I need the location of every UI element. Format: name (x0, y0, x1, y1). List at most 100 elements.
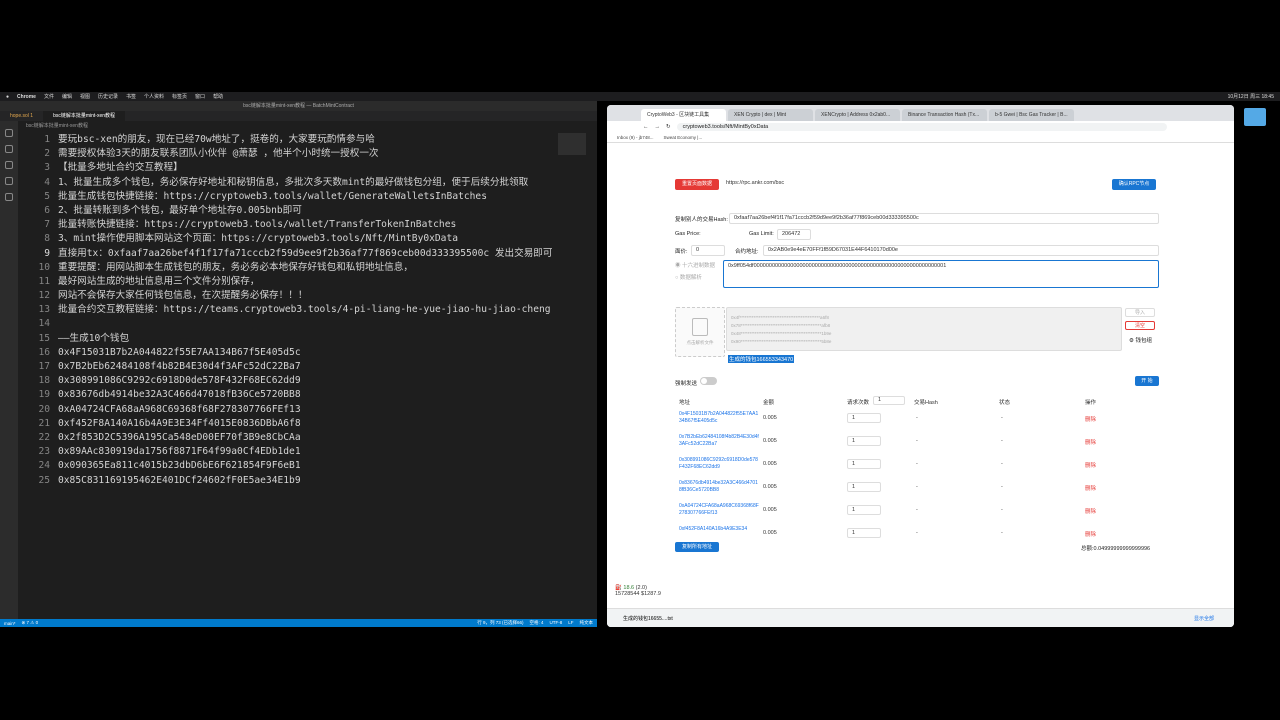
show-all-downloads[interactable]: 显示全部 (1194, 615, 1214, 622)
row-count-input[interactable]: 1 (847, 436, 881, 446)
reset-page-button[interactable]: 重置页面数据 (675, 179, 719, 190)
row-delete-button[interactable]: 删除 (1085, 461, 1096, 469)
bookmark-inbox[interactable]: Inbox (9) - jb748... (617, 135, 654, 140)
menu-file[interactable]: 文件 (44, 93, 54, 100)
back-icon[interactable]: ← (643, 124, 649, 130)
cursor-position[interactable]: 行 9，列 73 (已选择66) (477, 620, 523, 626)
radio-hex[interactable]: ◉ 十六进制数据 (675, 261, 715, 269)
encoding[interactable]: UTF-8 (549, 620, 562, 626)
code-line[interactable]: 17 0x7B2bEb62484108f4b82B4E30d4f3AFc52dC2… (26, 360, 552, 374)
input-data-textarea[interactable]: 0x9ff054df000000000000000000000000000000… (723, 260, 1159, 288)
row-delete-button[interactable]: 删除 (1085, 438, 1096, 446)
line-text[interactable]: 1、批量生成多个钱包，务必保存好地址和秘钥信息，多批次多天数mint的最好做钱包… (58, 176, 528, 190)
row-delete-button[interactable]: 删除 (1085, 530, 1096, 538)
line-text[interactable]: 批量生成钱包快捷链接：https://cryptoweb3.tools/wall… (58, 190, 487, 204)
source-control-icon[interactable] (5, 161, 13, 169)
menubar-clock[interactable]: 10月12日 周三 18:45 (1228, 93, 1274, 100)
line-text[interactable]: 要玩bsc-xen的朋友，现在已经70w地址了，挺卷的，大家要玩酌情参与哈 (58, 133, 375, 147)
code-line[interactable]: 16 0x4F15031B7b2A044822f55E7AA134B67f5E40… (26, 346, 552, 360)
language-mode[interactable]: 纯文本 (580, 620, 594, 626)
code-line[interactable]: 25 0x85C831169195462E401DCf24602fF0E5ae34… (26, 474, 552, 488)
code-line[interactable]: 21 0xf452F8A140A16b4A9E3E34Ff4015E0836DBb… (26, 417, 552, 431)
code-line[interactable]: 24 0x090365Ea811c4015b23dbD6bE6F621854F9F… (26, 459, 552, 473)
minimap[interactable] (558, 133, 586, 155)
radio-parse[interactable]: ○ 数据解析 (675, 273, 702, 281)
code-line[interactable]: 20 0xA04724CFA68aA968C69368f68F278307766F… (26, 403, 552, 417)
download-item[interactable]: 生成的钱包16655....txt (623, 615, 673, 622)
copy-tx-input[interactable]: 0xfaaf7aa26bef4f1f17fa71cccb2f59d9ee9f2b… (729, 213, 1159, 224)
row-address-link[interactable]: 0x7B2bEb62484108f4b82B4E30d4f3AFc52dC22B… (679, 434, 759, 448)
line-text[interactable]: 批量合约交互教程链接：https://teams.cryptoweb3.tool… (58, 303, 551, 317)
code-line[interactable]: 2 需要授权体验3天的朋友联系团队小伙伴 @萧瑟 ，他半个小时统一授权一次 (26, 147, 552, 161)
folder-icon[interactable] (1244, 108, 1266, 126)
line-text[interactable]: 最好网站生成的地址信息用三个文件分别保存， (58, 275, 259, 289)
line-text[interactable]: 0xf452F8A140A16b4A9E3E34Ff4015E0836DBbA6… (58, 417, 301, 431)
line-text[interactable]: 0x89AAc830919da1756f8871F64f99a0Cf4EDb1d… (58, 445, 301, 459)
line-text[interactable]: 需要授权体验3天的朋友联系团队小伙伴 @萧瑟 ，他半个小时统一授权一次 (58, 147, 379, 161)
line-text[interactable]: 0x2f853D2C5396A195Ca548eD00EF70f3B9e8CbC… (58, 431, 301, 445)
row-address-link[interactable]: 0xf452F8A140A16b4A9E3E34 (679, 526, 759, 533)
confirm-rpc-button[interactable]: 确认RPC节点 (1112, 179, 1156, 190)
gas-price-input[interactable] (704, 229, 738, 240)
reload-icon[interactable]: ↻ (666, 124, 671, 130)
row-address-link[interactable]: 0xA04724CFA68aA968C69368f68F278307766FEf… (679, 503, 759, 517)
value-input[interactable]: 0 (691, 245, 725, 256)
menu-help[interactable]: 帮助 (213, 93, 223, 100)
bsc-gas-widget[interactable]: ⛽ 18.6 (2.0) 15728544 $1287.9 (615, 585, 661, 597)
code-line[interactable]: 12 网站不会保存大家任何钱包信息，在次提醒务必保存！！！ (26, 289, 552, 303)
browser-tab-xen[interactable]: XEN Crypto | dex | Mint (728, 109, 813, 121)
code-line[interactable]: 4 1、批量生成多个钱包，务必保存好地址和秘钥信息，多批次多天数mint的最好做钱… (26, 176, 552, 190)
line-text[interactable]: 直接用tx：0xfaaf7aa26bef4f1f17fa71cccb2f59d9… (58, 247, 552, 261)
eol[interactable]: LF (568, 620, 573, 626)
line-text[interactable]: ——生成10个钱包 (58, 332, 129, 346)
code-line[interactable]: 10 重要提醒：用网站脚本生成钱包的朋友，务必务必本地保存好钱包和私钥地址信息， (26, 261, 552, 275)
code-line[interactable]: 1 要玩bsc-xen的朋友，现在已经70w地址了，挺卷的，大家要玩酌情参与哈 (26, 133, 552, 147)
search-icon[interactable] (5, 145, 13, 153)
code-line[interactable]: 8 3、mint操作使用脚本网站这个页面：https://cryptoweb3.t… (26, 232, 552, 246)
contract-input[interactable]: 0x2AB0e9e4eE70FFf1fB9D67031E44F6410170d0… (763, 245, 1159, 256)
code-line[interactable]: 11 最好网站生成的地址信息用三个文件分别保存， (26, 275, 552, 289)
private-keys-textarea[interactable]: 0x4f************************************… (726, 307, 1122, 351)
url-field[interactable]: cryptoweb3.tools/Nft/MintBy0xData (676, 123, 1167, 131)
bookmark-sweat[interactable]: Sweat Economy |... (664, 135, 703, 140)
code-line[interactable]: 22 0x2f853D2C5396A195Ca548eD00EF70f3B9e8C… (26, 431, 552, 445)
menu-chrome[interactable]: Chrome (17, 94, 36, 100)
browser-tab-address[interactable]: XENCrypto | Address 0x2ab0... (815, 109, 900, 121)
line-text[interactable]: 2、批量转账到多个钱包，最好单个地址存0.005bnb即可 (58, 204, 302, 218)
line-text[interactable]: 0x4F15031B7b2A044822f55E7AA134B67f5E405d… (58, 346, 301, 360)
browser-tab-cryptoweb3[interactable]: CryptoWeb3 - 区块链工具集 (641, 109, 726, 121)
count-default-input[interactable]: 1 (873, 396, 905, 405)
row-address-link[interactable]: 0x4F15031B7b2A044822f55E7AA134B67f5E405d… (679, 411, 759, 425)
code-line[interactable]: 14 (26, 317, 552, 331)
code-line[interactable]: 19 0x83676db4914be32A3C466d47018fB36Ce572… (26, 388, 552, 402)
code-line[interactable]: 5 批量生成钱包快捷链接：https://cryptoweb3.tools/wal… (26, 190, 552, 204)
menu-view[interactable]: 视图 (80, 93, 90, 100)
debug-icon[interactable] (5, 177, 13, 185)
git-branch[interactable]: main* (4, 621, 16, 626)
line-text[interactable]: 0x83676db4914be32A3C466d47018fB36Ce5720B… (58, 388, 301, 402)
line-text[interactable]: 0x85C831169195462E401DCf24602fF0E5ae34E1… (58, 474, 301, 488)
browser-tab-gas[interactable]: b-5 Gwei | Bsc Gas Tracker | B... (989, 109, 1074, 121)
menu-tabs[interactable]: 标签页 (172, 93, 187, 100)
forward-icon[interactable]: → (655, 124, 661, 130)
code-line[interactable]: 3 【批量多地址合约交互教程】 (26, 161, 552, 175)
code-line[interactable]: 15 ——生成10个钱包 (26, 332, 552, 346)
menu-profile[interactable]: 个人资料 (144, 93, 164, 100)
line-text[interactable]: 3、mint操作使用脚本网站这个页面：https://cryptoweb3.to… (58, 232, 458, 246)
line-text[interactable]: 0x308991086C9292c6918D0de578F432F68EC62d… (58, 374, 301, 388)
import-button[interactable]: 导入 (1125, 308, 1155, 317)
rpc-input[interactable]: https://rpc.ankr.com/bsc (722, 179, 1107, 190)
code-line[interactable]: 9 直接用tx：0xfaaf7aa26bef4f1f17fa71cccb2f59d… (26, 247, 552, 261)
code-line[interactable]: 6 2、批量转账到多个钱包，最好单个地址存0.005bnb即可 (26, 204, 552, 218)
row-count-input[interactable]: 1 (847, 505, 881, 515)
code-line[interactable]: 23 0x89AAc830919da1756f8871F64f99a0Cf4EDb… (26, 445, 552, 459)
row-delete-button[interactable]: 删除 (1085, 415, 1096, 423)
apple-icon[interactable]: ● (6, 94, 9, 100)
extensions-icon[interactable] (5, 193, 13, 201)
row-count-input[interactable]: 1 (847, 528, 881, 538)
row-address-link[interactable]: 0x83676db4914be32A3C466d47018fB36Ce5720B… (679, 480, 759, 494)
menu-window[interactable]: 窗口 (195, 93, 205, 100)
tab-tutorial[interactable]: bsc链解本批量mint-xen教程 (43, 111, 126, 121)
line-text[interactable]: 批量转账快捷链接：https://cryptoweb3.tools/wallet… (58, 218, 456, 232)
wallet-group-button[interactable]: ⚙ 钱包组 (1129, 336, 1152, 344)
